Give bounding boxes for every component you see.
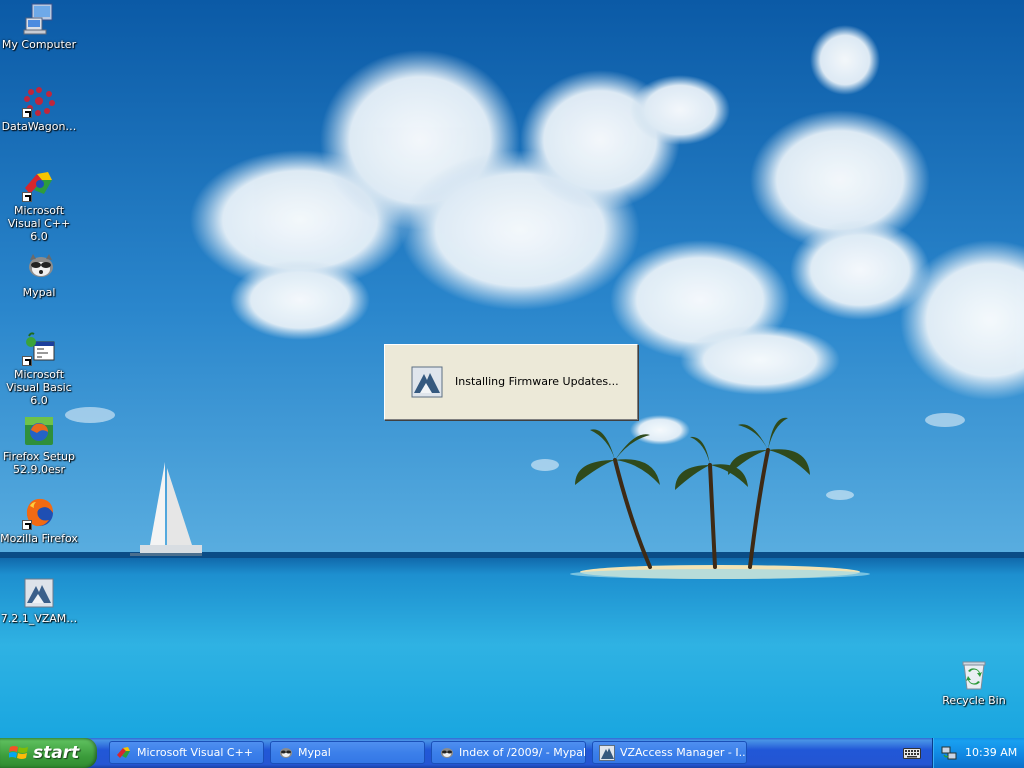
desktop-icon-label: Mypal bbox=[22, 286, 56, 299]
dialog-message: Installing Firmware Updates... bbox=[455, 375, 619, 388]
vzam-installer-icon bbox=[22, 576, 56, 610]
desktop-icon-label: My Computer bbox=[1, 38, 77, 51]
network-icon[interactable] bbox=[941, 745, 957, 761]
installing-firmware-dialog: Installing Firmware Updates... bbox=[384, 344, 638, 420]
mypal-icon bbox=[441, 748, 453, 758]
desktop-icon-recycle-bin[interactable]: Recycle Bin bbox=[935, 658, 1013, 707]
mypal-icon bbox=[280, 748, 292, 758]
visual-cpp-icon bbox=[117, 747, 130, 758]
desktop-icon-label: Microsoft Visual Basic 6.0 bbox=[6, 368, 72, 407]
start-button[interactable]: start bbox=[0, 738, 97, 768]
desktop-icon-my-computer[interactable]: My Computer bbox=[0, 2, 78, 51]
desktop-icon-label: 7.2.1_VZAM… bbox=[0, 612, 78, 625]
desktop-icon-label: Firefox Setup 52.9.0esr bbox=[3, 450, 75, 476]
shortcut-arrow-icon bbox=[22, 520, 32, 530]
taskbar-button-index-of-2009[interactable]: Index of /2009/ - Mypal bbox=[431, 741, 586, 764]
firefox-icon bbox=[22, 496, 56, 530]
visual-basic-icon bbox=[22, 332, 56, 366]
desktop-icon-vzam-installer[interactable]: 7.2.1_VZAM… bbox=[0, 576, 78, 625]
desktop-icon-label: Microsoft Visual C++ 6.0 bbox=[7, 204, 71, 243]
firefox-setup-icon bbox=[22, 414, 56, 448]
windows-flag-icon bbox=[9, 746, 28, 759]
system-tray: 10:39 AM bbox=[932, 738, 1024, 768]
desktop-icon-mypal[interactable]: Mypal bbox=[0, 250, 78, 299]
datawagon-icon bbox=[22, 84, 56, 118]
taskbar-button-label: Mypal bbox=[298, 746, 331, 759]
taskbar-button-vzaccess-manager[interactable]: VZAccess Manager - I... bbox=[592, 741, 747, 764]
desktop-icon-visual-basic[interactable]: Microsoft Visual Basic 6.0 bbox=[0, 332, 78, 407]
keyboard-icon[interactable] bbox=[903, 746, 921, 760]
desktop-icon-label: Mozilla Firefox bbox=[0, 532, 78, 545]
desktop-icon-visual-cpp[interactable]: Microsoft Visual C++ 6.0 bbox=[0, 168, 78, 243]
mypal-icon bbox=[22, 250, 56, 284]
clock[interactable]: 10:39 AM bbox=[965, 746, 1017, 759]
visual-cpp-icon bbox=[22, 168, 56, 202]
my-computer-icon bbox=[22, 2, 56, 36]
desktop-icon-mozilla-firefox[interactable]: Mozilla Firefox bbox=[0, 496, 78, 545]
desktop-icon-label: Recycle Bin bbox=[942, 694, 1006, 707]
taskbar-button-label: Index of /2009/ - Mypal bbox=[459, 746, 586, 759]
taskbar: start Microsoft Visual C++ Mypal Index o… bbox=[0, 738, 1024, 768]
taskbar-button-label: Microsoft Visual C++ bbox=[137, 746, 254, 759]
shortcut-arrow-icon bbox=[22, 108, 32, 118]
recycle-bin-icon bbox=[957, 658, 991, 692]
desktop-icon-label: DataWagon… bbox=[1, 120, 77, 133]
shortcut-arrow-icon bbox=[22, 192, 32, 202]
desktop-icon-firefox-setup[interactable]: Firefox Setup 52.9.0esr bbox=[0, 414, 78, 476]
taskbar-button-mypal[interactable]: Mypal bbox=[270, 741, 425, 764]
desktop-icon-datawagon[interactable]: DataWagon… bbox=[0, 84, 78, 133]
taskbar-button-visual-cpp[interactable]: Microsoft Visual C++ bbox=[109, 741, 264, 764]
taskbar-button-label: VZAccess Manager - I... bbox=[620, 746, 747, 759]
start-label: start bbox=[33, 743, 80, 763]
shortcut-arrow-icon bbox=[22, 356, 32, 366]
vzaccess-icon bbox=[599, 745, 615, 761]
vzaccess-icon bbox=[411, 366, 443, 398]
